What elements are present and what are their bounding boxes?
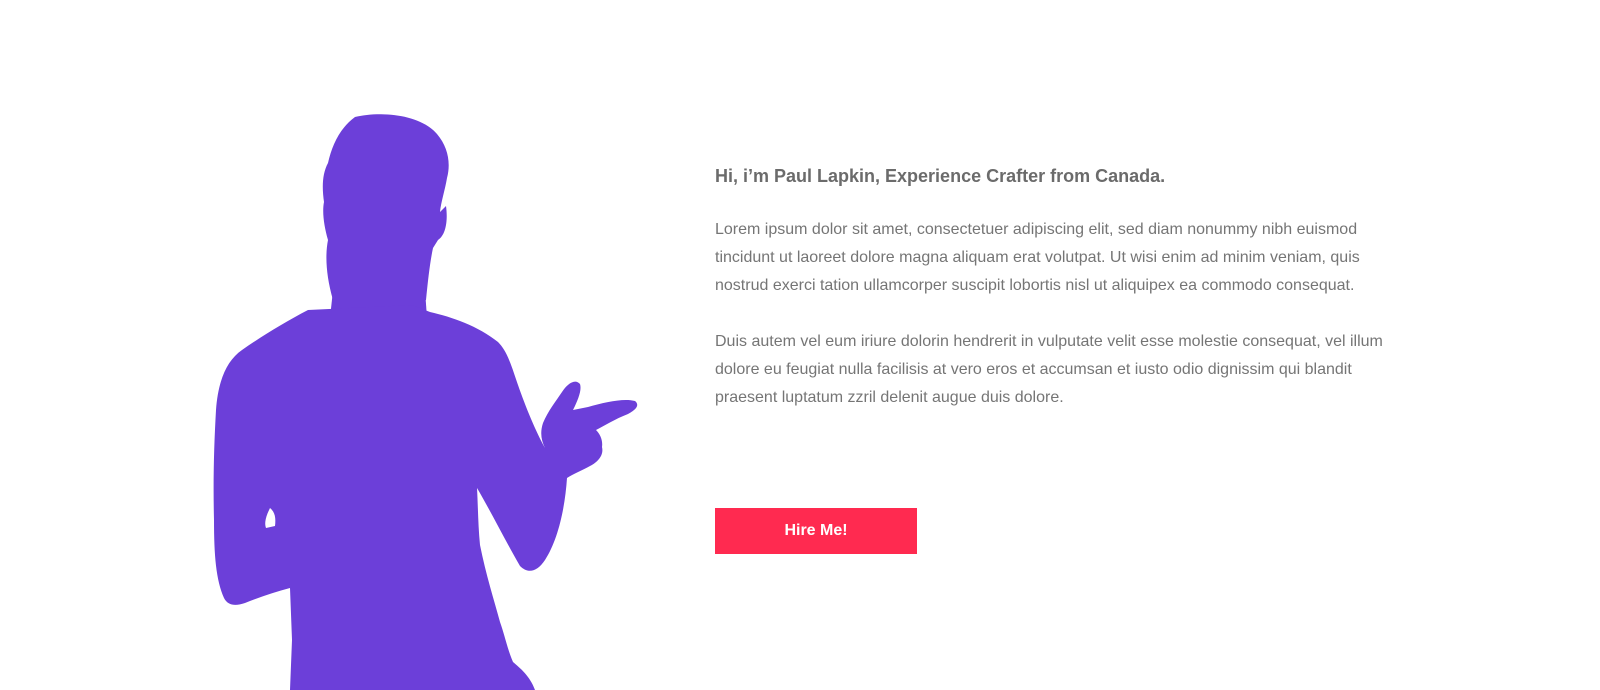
about-paragraph-intro: Lorem ipsum dolor sit amet, consectetuer…	[715, 221, 1360, 294]
person-pointing-silhouette-icon	[205, 110, 645, 690]
about-content: Hi, i’m Paul Lapkin, Experience Crafter …	[715, 163, 1395, 412]
about-headline: Hi, i’m Paul Lapkin, Experience Crafter …	[715, 166, 1166, 186]
about-paragraph-detail: Duis autem vel eum iriure dolorin hendre…	[715, 333, 1383, 406]
about-section: Hi, i’m Paul Lapkin, Experience Crafter …	[0, 0, 1600, 690]
hire-me-button[interactable]: Hire Me!	[715, 508, 917, 554]
silhouette-shape	[213, 114, 638, 690]
